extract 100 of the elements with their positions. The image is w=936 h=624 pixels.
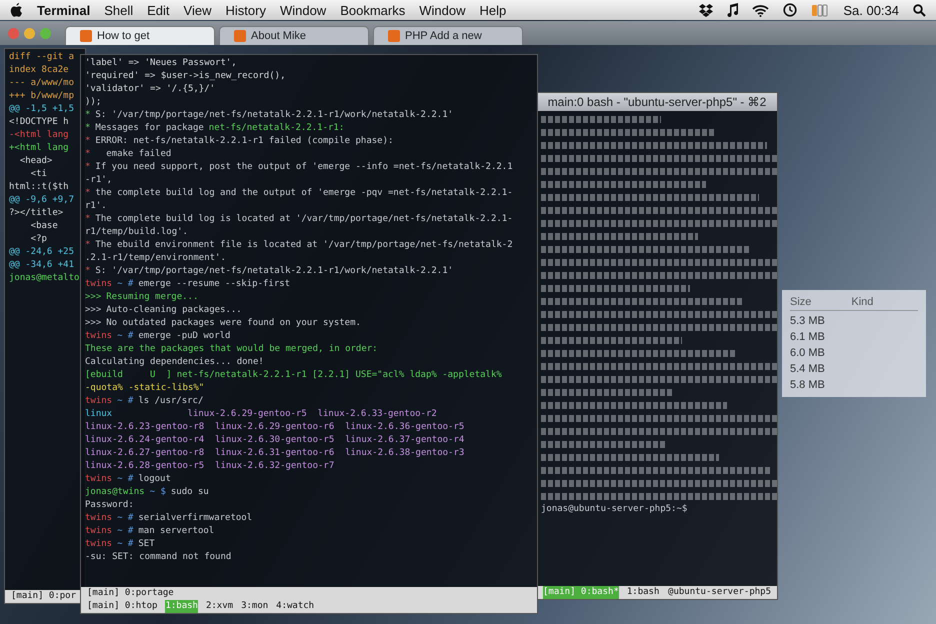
file-size: 5.8 MB bbox=[790, 379, 826, 391]
terminal-text: 'label' => 'Neues Passwort', bbox=[85, 57, 237, 70]
terminal-text: ~ # bbox=[117, 395, 134, 408]
terminal-text: SET bbox=[138, 538, 155, 551]
window-tab[interactable]: 4:watch bbox=[276, 600, 314, 613]
terminal-text: twins bbox=[85, 538, 112, 551]
terminal-text: <!DOCTYPE h bbox=[9, 116, 69, 129]
window-tab[interactable]: 3:mon bbox=[241, 600, 268, 613]
terminal-text: emerge -puD world bbox=[138, 330, 230, 343]
terminal-text: )); bbox=[85, 96, 102, 109]
terminal-text: serialverfirmwaretool bbox=[138, 512, 252, 525]
terminal-text: If you need support, post the output of 'emerge --info =net-fs/netatalk-2.2.1 bbox=[95, 161, 513, 174]
terminal-text: index 8ca2e bbox=[9, 64, 69, 77]
window-tab[interactable]: [main] 0:htop bbox=[87, 600, 158, 613]
terminal-text: ~ # bbox=[117, 330, 134, 343]
column-header: Kind bbox=[851, 296, 874, 308]
terminal-text: emerge --resume --skip-first bbox=[138, 278, 290, 291]
app-name[interactable]: Terminal bbox=[37, 2, 90, 18]
terminal-text: html::t($th bbox=[9, 181, 69, 194]
terminal-text: -su: SET: command not found bbox=[85, 551, 232, 564]
terminal-text: -quota% -static-libs%" bbox=[85, 382, 204, 395]
terminal-text: the complete build log and the output of 'emerge -pqv =net-fs/netatalk-2.2.1- bbox=[95, 187, 513, 200]
terminal-text: jonas@metalto bbox=[9, 272, 80, 285]
terminal-text: ~ # bbox=[117, 525, 134, 538]
terminal-text: Password: bbox=[85, 499, 134, 512]
browser-tab[interactable]: How to get bbox=[65, 26, 215, 45]
terminal-text: r1'. bbox=[85, 200, 107, 213]
terminal-text: .2.1-r1/temp/environment'. bbox=[85, 252, 226, 265]
host-label: @ubuntu-server-php5 bbox=[668, 586, 771, 599]
terminal-text: Auto-cleaning packages... bbox=[106, 304, 242, 317]
file-size: 5.3 MB bbox=[790, 315, 826, 327]
terminal-text: @@ -1,5 +1,5 bbox=[9, 103, 74, 116]
terminal-text: linux-2.6.29-gentoo-r5 linux-2.6.33-gentoo-r2 bbox=[186, 408, 437, 421]
window-tab[interactable]: 1:bash bbox=[626, 586, 660, 599]
terminal-text: twins bbox=[85, 395, 112, 408]
terminal-text: * bbox=[85, 265, 90, 278]
terminal-text: net-fs/netatalk-2.2.1-r1: bbox=[208, 122, 344, 135]
terminal-text: <head> bbox=[18, 155, 52, 168]
terminal-text: <base bbox=[30, 220, 58, 233]
window-tab[interactable]: 2:xvm bbox=[206, 600, 234, 613]
clock-text[interactable]: Sa. 00:34 bbox=[843, 2, 899, 18]
menu-item[interactable]: Window bbox=[419, 2, 466, 18]
menu-item[interactable]: View bbox=[184, 2, 212, 18]
terminal-text: ~ # bbox=[117, 538, 134, 551]
terminal-text: emake failed bbox=[105, 148, 172, 161]
terminal-text: * bbox=[85, 161, 90, 174]
terminal-text: ?></title> bbox=[9, 207, 64, 220]
file-size: 5.4 MB bbox=[790, 363, 826, 375]
browser-tab[interactable]: PHP Add a new bbox=[373, 26, 523, 45]
terminal-text: <ti bbox=[30, 168, 47, 181]
status-text: [main] 0:portage bbox=[87, 587, 174, 600]
terminal-text: linux bbox=[85, 408, 112, 421]
terminal-text: @@ -24,6 +25 bbox=[9, 246, 74, 259]
terminal-text: * bbox=[85, 122, 90, 135]
browser-tab[interactable]: About Mike bbox=[219, 26, 369, 45]
menu-item[interactable]: Window bbox=[280, 2, 326, 18]
terminal-text: -<html lang bbox=[9, 129, 69, 142]
menu-item[interactable]: Bookmarks bbox=[340, 2, 406, 18]
terminal-text: 'required' => $user->is_new_record(), bbox=[85, 70, 286, 83]
terminal-text: >>> bbox=[85, 304, 102, 317]
menu-item[interactable]: History bbox=[226, 2, 266, 18]
terminal-text: net-fs/netatalk-2.2.1-r1 [2.2.1] USE="acl% ldap% -appletalk% bbox=[176, 369, 502, 382]
column-header: Size bbox=[790, 296, 812, 308]
terminal-text: -r1', bbox=[85, 174, 112, 187]
terminal-text: man servertool bbox=[138, 525, 214, 538]
terminal-text: logout bbox=[138, 473, 171, 486]
terminal-text: [ebuild U ] bbox=[85, 369, 172, 382]
terminal-text: jonas@twins bbox=[85, 486, 145, 499]
terminal-text: * bbox=[85, 109, 90, 122]
terminal-text: * bbox=[85, 135, 90, 148]
terminal-text: ~ # bbox=[117, 512, 134, 525]
menu-item[interactable]: Edit bbox=[147, 2, 170, 18]
terminal-text: sudo su bbox=[170, 486, 209, 499]
menu-item[interactable]: Shell bbox=[104, 2, 134, 18]
file-size: 6.0 MB bbox=[790, 347, 826, 359]
terminal-text: * bbox=[85, 148, 90, 161]
terminal-text: >>> bbox=[85, 317, 102, 330]
terminal-text: Resuming merge... bbox=[106, 291, 198, 304]
terminal-text: S: '/var/tmp/portage/net-fs/netatalk-2.2.1-r1/work/netatalk-2.2.1' bbox=[95, 265, 454, 278]
status-text: [main] 0:por bbox=[11, 590, 76, 603]
terminal-text: The ebuild environment file is located at '/var/tmp/portage/net-fs/netatalk-2 bbox=[95, 239, 513, 252]
terminal-text: * bbox=[85, 187, 90, 200]
terminal-text: ls /usr/src/ bbox=[138, 395, 204, 408]
terminal-text: twins bbox=[85, 278, 112, 291]
terminal-text: Calculating dependencies... done! bbox=[85, 356, 264, 369]
terminal-text: +++ b/www/mp bbox=[9, 90, 74, 103]
terminal-text: linux-2.6.23-gentoo-r8 linux-2.6.29-gentoo-r6 linux-2.6.36-gentoo-r5 bbox=[85, 421, 464, 434]
terminal-text: The complete build log is located at '/var/tmp/portage/net-fs/netatalk-2.2.1- bbox=[95, 213, 513, 226]
terminal-text: jonas@ubuntu-server-php5:~$ bbox=[541, 503, 688, 516]
terminal-text: twins bbox=[85, 330, 112, 343]
terminal-text: * bbox=[85, 213, 90, 226]
file-size: 6.1 MB bbox=[790, 331, 826, 343]
terminal-text: --- a/www/mo bbox=[9, 77, 74, 90]
terminal-text: twins bbox=[85, 473, 112, 486]
terminal-text: These are the packages that would be merged, in order: bbox=[85, 343, 378, 356]
window-title: main:0 bash - "ubuntu-server-php5" - ⌘2 bbox=[537, 93, 777, 111]
terminal-text: Messages for package bbox=[95, 122, 204, 135]
menu-item[interactable]: Help bbox=[479, 2, 506, 18]
terminal-text: +<html lang bbox=[9, 142, 69, 155]
terminal-text: linux-2.6.28-gentoo-r5 linux-2.6.32-gentoo-r7 bbox=[85, 460, 334, 473]
